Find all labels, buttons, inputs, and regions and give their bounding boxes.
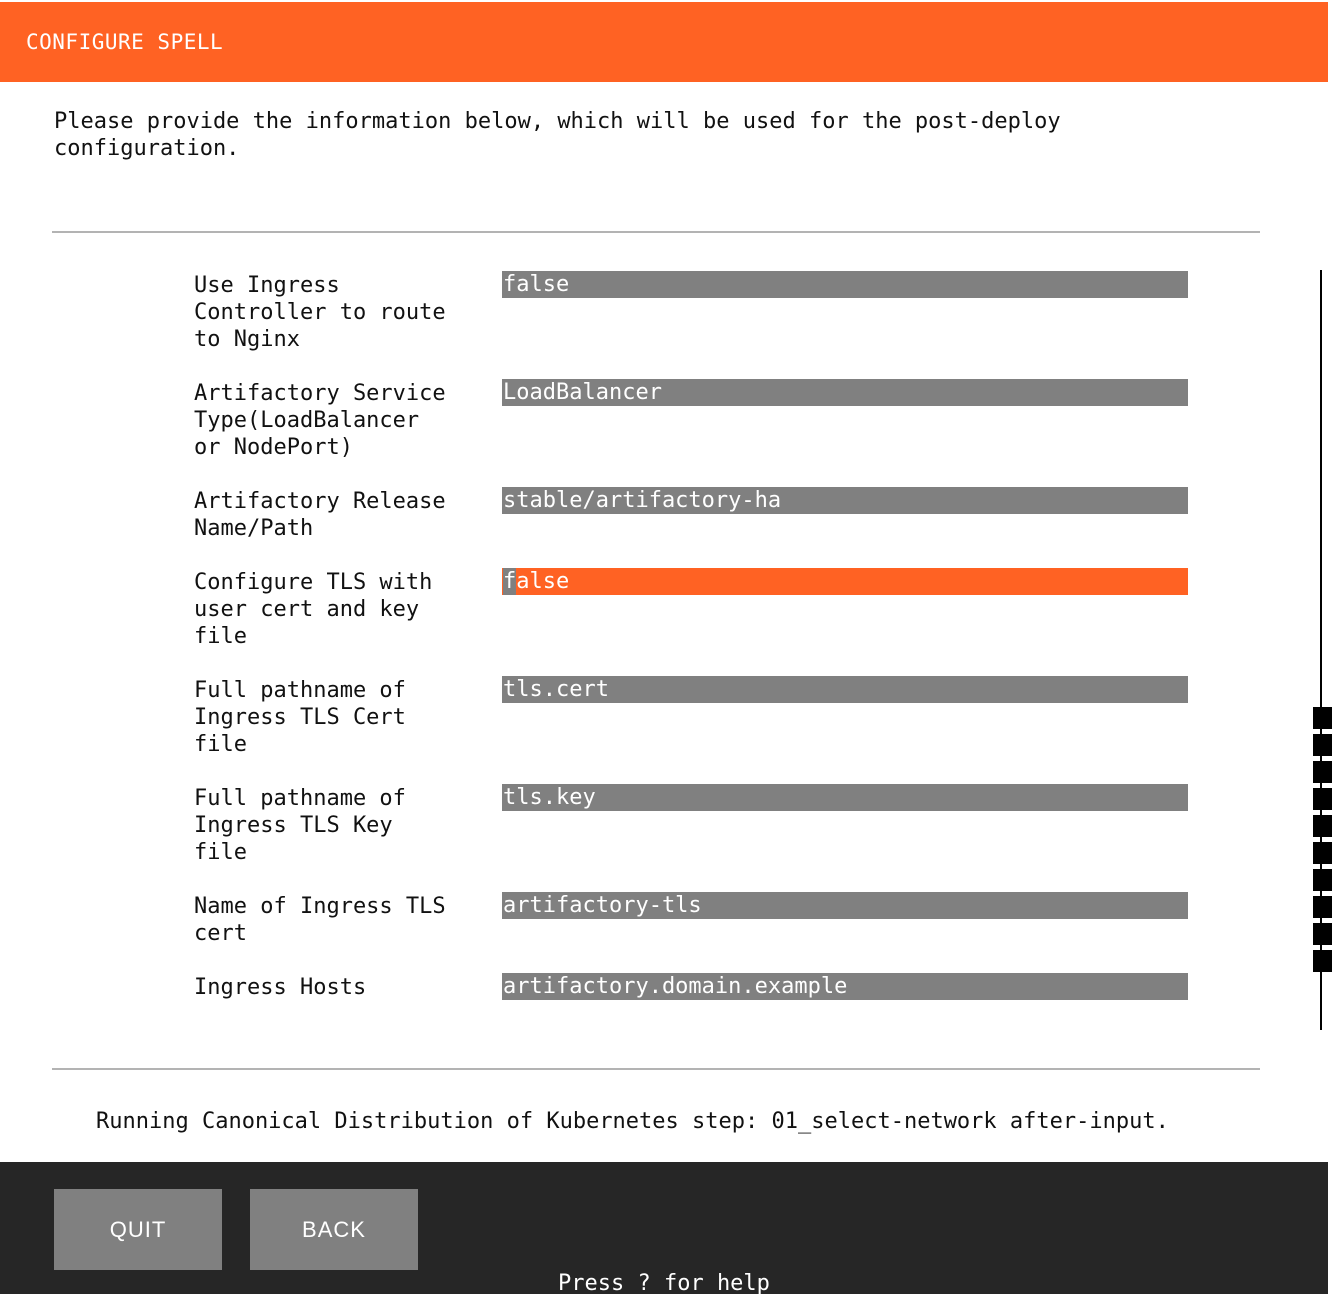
scrollbar-thumb-segment[interactable] (1313, 842, 1332, 864)
field-input-service-type[interactable]: LoadBalancer (502, 379, 1188, 406)
field-label-tls-cert-path: Full pathname of Ingress TLS Cert file (194, 678, 406, 757)
back-button[interactable]: BACK (250, 1189, 418, 1270)
field-input-release-name[interactable]: stable/artifactory-ha (502, 487, 1188, 514)
scrollbar-thumb-segment[interactable] (1313, 950, 1332, 972)
scrollbar-thumb-segment[interactable] (1313, 815, 1332, 837)
field-label-use-ingress: Use Ingress Controller to route to Nginx (194, 273, 446, 352)
top-divider (52, 231, 1260, 233)
scrollbar-thumb-segment[interactable] (1313, 923, 1332, 945)
scrollbar-thumb-segment[interactable] (1313, 788, 1332, 810)
configure-spell-screen: CONFIGURE SPELL Please provide the infor… (0, 0, 1337, 1294)
scrollbar-thumb-segment[interactable] (1313, 869, 1332, 891)
field-label-service-type: Artifactory Service Type(LoadBalancer or… (194, 381, 446, 460)
scrollbar-thumb-segment[interactable] (1313, 761, 1332, 783)
field-input-tls-cert-name[interactable]: artifactory-tls (502, 892, 1188, 919)
field-label-ingress-hosts: Ingress Hosts (194, 975, 367, 1000)
field-label-configure-tls: Configure TLS with user cert and key fil… (194, 570, 433, 649)
field-label-tls-cert-name: Name of Ingress TLS cert (194, 894, 446, 946)
field-input-tls-key-path[interactable]: tls.key (502, 784, 1188, 811)
intro-text: Please provide the information below, wh… (54, 109, 1061, 161)
quit-button[interactable]: QUIT (54, 1189, 222, 1270)
field-input-configure-tls-text: alse (516, 569, 570, 594)
scrollbar-thumb-segment[interactable] (1313, 707, 1332, 729)
bottom-divider (52, 1068, 1260, 1070)
field-input-ingress-hosts[interactable]: artifactory.domain.example (502, 973, 1188, 1000)
field-label-release-name: Artifactory Release Name/Path (194, 489, 446, 541)
page-title: CONFIGURE SPELL (0, 2, 1328, 82)
status-message: Running Canonical Distribution of Kubern… (96, 1109, 1169, 1134)
field-label-tls-key-path: Full pathname of Ingress TLS Key file (194, 786, 406, 865)
field-input-configure-tls[interactable]: false (502, 568, 1188, 595)
field-input-tls-cert-path[interactable]: tls.cert (502, 676, 1188, 703)
scrollbar-thumb-segment[interactable] (1313, 896, 1332, 918)
scrollbar-thumb-segment[interactable] (1313, 734, 1332, 756)
field-input-use-ingress[interactable]: false (502, 271, 1188, 298)
text-cursor: f (503, 568, 517, 595)
help-hint: Press ? for help (558, 1271, 770, 1294)
